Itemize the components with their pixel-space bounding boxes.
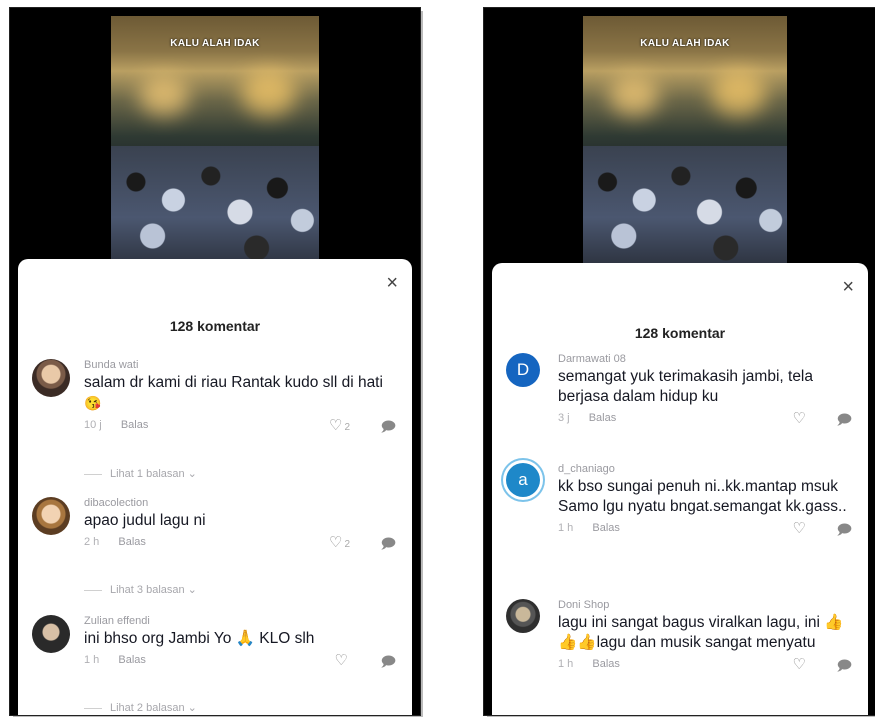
right-screenshot: KALU ALAH IDAK × 128 komentar D Darmawat… (484, 8, 875, 715)
comment-count: 128 komentar (169, 318, 261, 334)
reply-button[interactable]: Balas (118, 536, 146, 548)
video-frame[interactable]: KALU ALAH IDAK (583, 16, 787, 266)
reply-button[interactable]: Balas (592, 658, 620, 670)
comment-text: ini bhso org Jambi Yo 🙏 KLO slh (84, 630, 315, 647)
avatar[interactable] (506, 599, 540, 633)
dislike-icon[interactable]: 🗩 (836, 522, 852, 536)
comment-time: 2 h (84, 536, 100, 548)
heart-icon: ♡ (334, 652, 348, 669)
light-glow (139, 76, 189, 116)
light-glow (241, 71, 296, 116)
comments-sheet: × 128 komentar Bunda wati salam dr kami … (18, 259, 412, 715)
avatar[interactable] (32, 359, 70, 397)
left-screenshot: KALU ALAH IDAK × 128 komentar Bunda wati… (10, 8, 420, 715)
comment-time: 1 h (84, 654, 100, 666)
heart-icon: ♡ (328, 534, 343, 551)
light-glow (609, 76, 659, 116)
avatar[interactable]: a (506, 463, 540, 497)
like-button[interactable]: ♡ 2 (328, 534, 350, 552)
heart-icon[interactable]: ♡ (793, 657, 806, 672)
reply-button[interactable]: Balas (118, 654, 146, 666)
heart-icon: ♡ (328, 417, 343, 434)
reply-button[interactable]: Balas (589, 412, 617, 424)
video-caption: KALU ALAH IDAK (640, 38, 730, 49)
comment-time: 10 j (84, 419, 102, 431)
comment-username[interactable]: Darmawati 08 (558, 353, 852, 365)
comment-meta: 3 j Balas ♡ 🗩 (558, 411, 852, 428)
comment-time: 1 h (558, 522, 574, 534)
video-caption: KALU ALAH IDAK (170, 38, 260, 49)
dislike-icon[interactable]: 🗩 (836, 412, 852, 426)
close-button[interactable]: × (842, 277, 854, 297)
light-glow (711, 71, 766, 116)
kiss-emoji: 😘 (84, 395, 102, 411)
view-replies-link[interactable]: Lihat 1 balasan ⌄ (84, 467, 197, 480)
like-count: 2 (344, 422, 350, 433)
video-frame[interactable]: KALU ALAH IDAK (111, 16, 319, 266)
dislike-icon[interactable]: 🗩 (380, 536, 396, 550)
heart-icon[interactable]: ♡ (793, 411, 806, 426)
comment-text: semangat yuk terimakasih jambi, tela ber… (558, 368, 814, 405)
comment-username[interactable]: dibacolection (84, 497, 396, 509)
comment-count: 128 komentar (634, 325, 726, 341)
comment-meta: 10 j Balas ♡ 2 🗩 (84, 417, 396, 435)
comment-text: lagu ini sangat bagus viralkan lagu, ini… (558, 614, 844, 651)
reply-button[interactable]: Balas (592, 522, 620, 534)
comments-sheet: × 128 komentar D Darmawati 08 semangat y… (492, 263, 868, 715)
like-button[interactable]: ♡ 2 (328, 417, 350, 435)
avatar[interactable]: D (506, 353, 540, 387)
comment-text: salam dr kami di riau Rantak kudo sll di… (84, 374, 383, 411)
comment-meta: 1 h Balas ♡ 🗩 (558, 521, 852, 538)
comment-meta: 1 h Balas ♡ 🗩 (558, 657, 852, 674)
like-count: 2 (344, 539, 350, 550)
crowd-image (111, 146, 319, 266)
comment-text: kk bso sungai penuh ni..kk.mantap msuk S… (558, 478, 847, 515)
avatar[interactable] (32, 497, 70, 535)
dislike-icon[interactable]: 🗩 (836, 658, 852, 672)
comment-username[interactable]: Zulian effendi (84, 615, 396, 627)
dislike-icon[interactable]: 🗩 (380, 654, 396, 668)
heart-icon[interactable]: ♡ (793, 521, 806, 536)
comment-username[interactable]: d_chaniago (558, 463, 852, 475)
crowd-image (583, 146, 787, 266)
reply-button[interactable]: Balas (121, 419, 149, 431)
comment-username[interactable]: Doni Shop (558, 599, 852, 611)
comment-text: apao judul lagu ni (84, 512, 206, 529)
comment-username[interactable]: Bunda wati (84, 359, 396, 371)
comment-time: 3 j (558, 412, 570, 424)
comment-time: 1 h (558, 658, 574, 670)
like-button[interactable]: ♡ (334, 652, 350, 670)
avatar[interactable] (32, 615, 70, 653)
comment-meta: 1 h Balas ♡ 🗩 (84, 652, 396, 670)
dislike-icon[interactable]: 🗩 (380, 419, 396, 433)
view-replies-link[interactable]: Lihat 3 balasan ⌄ (84, 583, 197, 596)
close-button[interactable]: × (386, 273, 398, 293)
comment-meta: 2 h Balas ♡ 2 🗩 (84, 534, 396, 552)
view-replies-link[interactable]: Lihat 2 balasan ⌄ (84, 701, 197, 714)
